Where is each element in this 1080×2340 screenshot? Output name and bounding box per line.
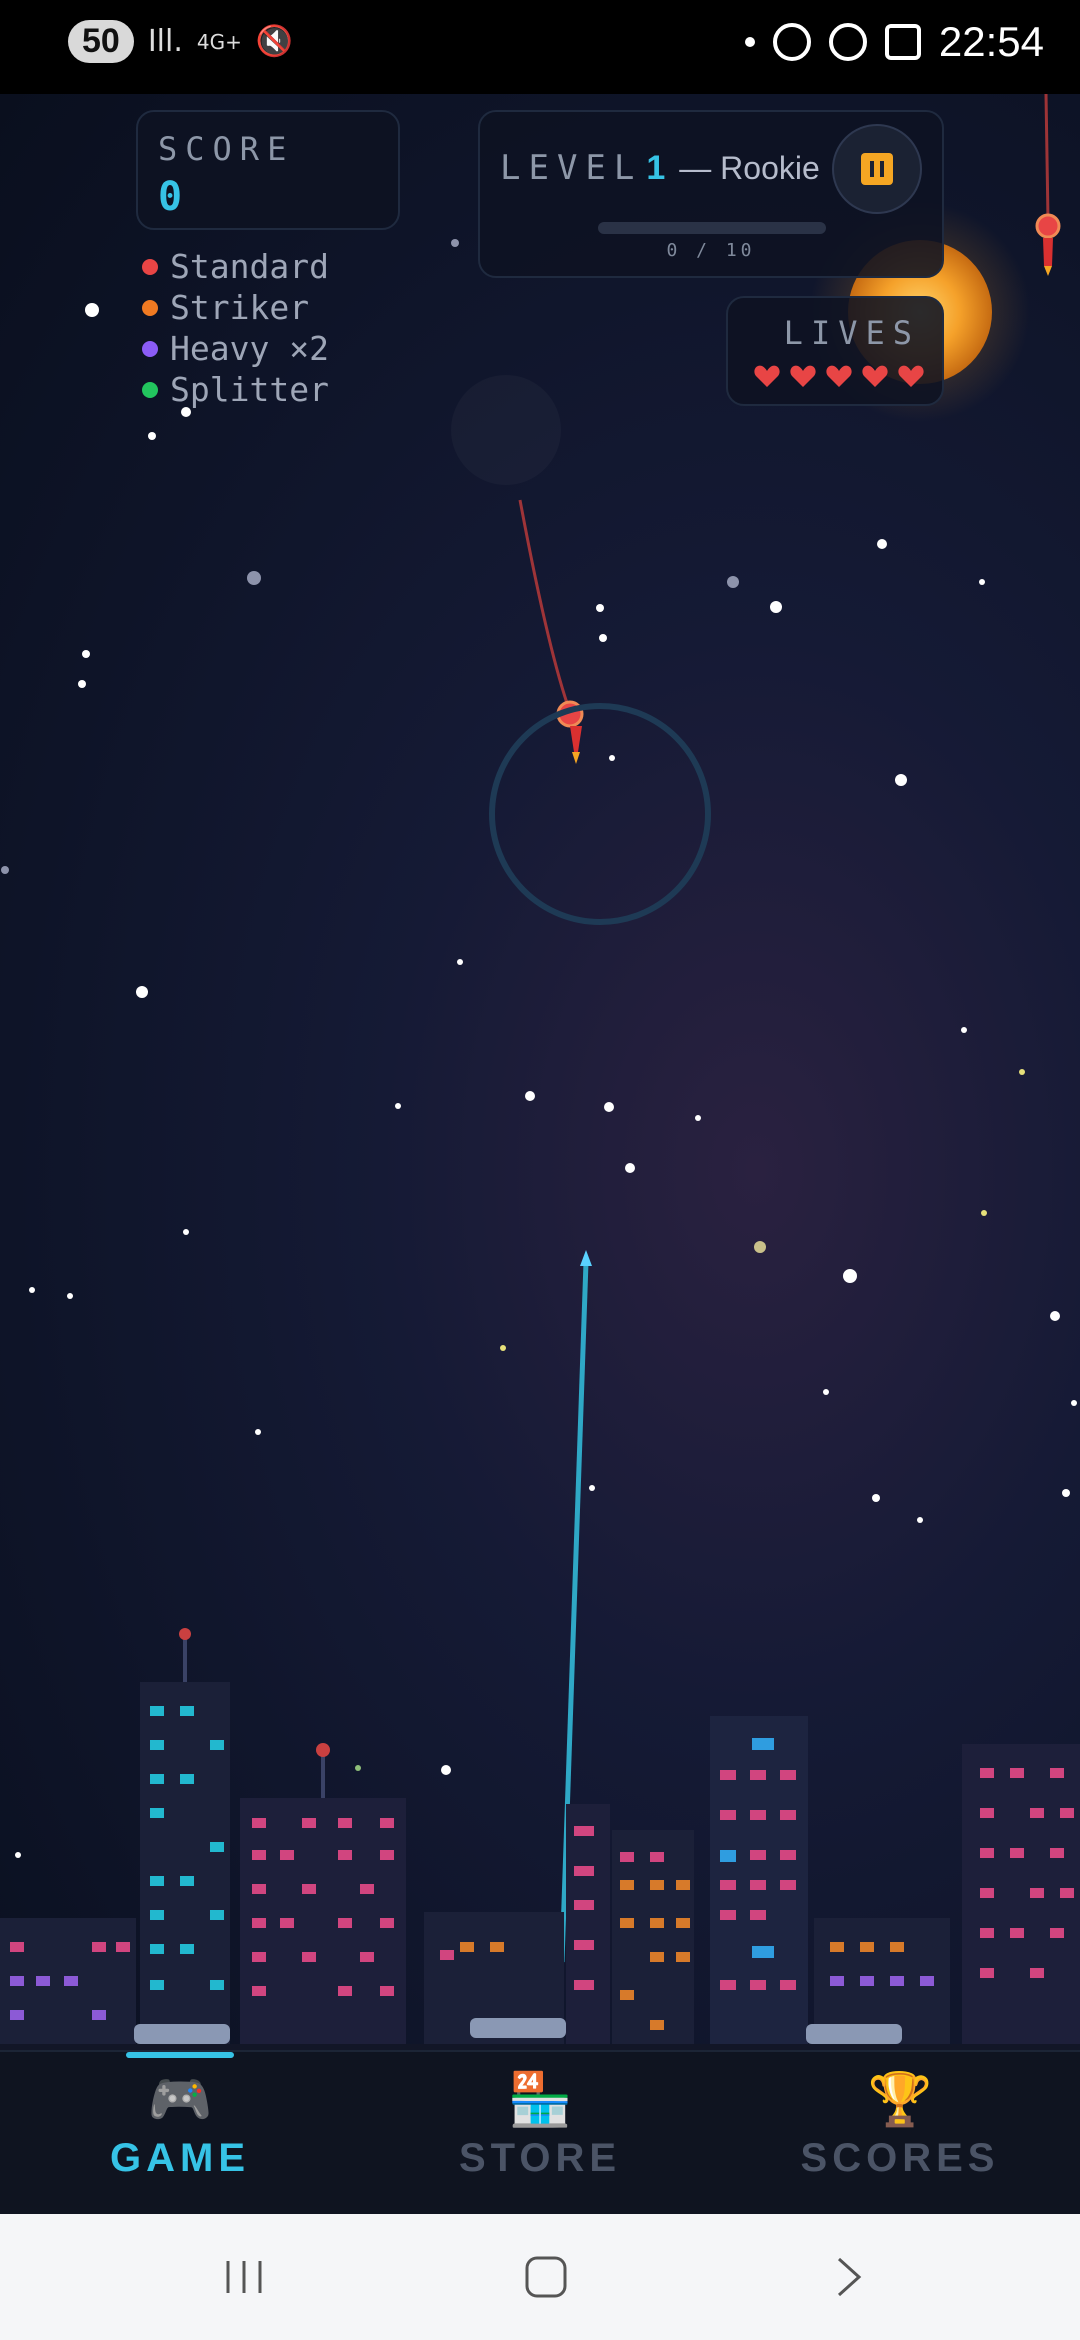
level-progress-bar bbox=[598, 222, 826, 234]
heart-icon bbox=[826, 365, 852, 387]
score-label: SCORE bbox=[158, 130, 295, 168]
score-value: 0 bbox=[158, 174, 183, 220]
level-rank: — Rookie bbox=[679, 150, 820, 186]
legend-item: Striker bbox=[142, 287, 329, 328]
launch-pad bbox=[806, 2024, 902, 2044]
tab-scores-label: SCORES bbox=[800, 2136, 1000, 2180]
pause-button[interactable] bbox=[832, 124, 922, 214]
bottom-nav: 🎮 GAME 🏪 STORE 🏆 SCORES bbox=[0, 2050, 1080, 2216]
missile-trail bbox=[518, 499, 572, 713]
back-icon bbox=[837, 2257, 862, 2297]
back-button[interactable] bbox=[788, 2214, 908, 2340]
legend-item: Heavy ×2 bbox=[142, 328, 329, 369]
status-bar: 50 Ill. 4G+ 🔇 22:54 bbox=[0, 0, 1080, 94]
stars bbox=[1, 239, 1077, 1858]
recent-apps-button[interactable] bbox=[184, 2214, 304, 2340]
level-panel: LEVEL 1 — Rookie 0 / 10 bbox=[478, 110, 944, 278]
system-nav-bar bbox=[0, 2214, 1080, 2340]
home-icon bbox=[525, 2256, 567, 2298]
game-controller-icon: 🎮 bbox=[147, 2070, 213, 2130]
whatsapp-icon bbox=[828, 23, 867, 61]
status-time: 22:54 bbox=[938, 18, 1044, 65]
missile-trail bbox=[1044, 94, 1050, 221]
legend-dot-icon bbox=[142, 299, 158, 316]
heart-icon bbox=[898, 365, 924, 387]
legend-label: Heavy ×2 bbox=[170, 329, 329, 368]
tab-game-label: GAME bbox=[110, 2136, 250, 2180]
level-label: LEVEL bbox=[500, 148, 643, 188]
legend-item: Splitter bbox=[142, 369, 329, 410]
store-icon: 🏪 bbox=[507, 2070, 573, 2130]
enemy-legend: Standard Striker Heavy ×2 Splitter bbox=[142, 246, 329, 410]
score-panel: SCORE 0 bbox=[136, 110, 400, 230]
legend-label: Standard bbox=[170, 247, 329, 286]
lives-panel: LIVES bbox=[726, 296, 944, 406]
launch-pad bbox=[470, 2018, 566, 2038]
lives-hearts bbox=[754, 364, 924, 388]
pause-icon bbox=[861, 153, 893, 185]
heart-icon bbox=[790, 365, 816, 387]
heart-icon bbox=[862, 365, 888, 387]
targeting-ring bbox=[489, 703, 711, 925]
screenshot-icon bbox=[884, 24, 921, 60]
trophy-icon: 🏆 bbox=[867, 2070, 933, 2130]
whatsapp-icon bbox=[772, 23, 811, 61]
home-button[interactable] bbox=[486, 2214, 606, 2340]
mute-icon: 🔇 bbox=[255, 24, 294, 59]
network-4g-icon: 4G+ bbox=[196, 29, 242, 54]
lives-label: LIVES bbox=[783, 314, 920, 352]
tab-store-label: STORE bbox=[458, 2136, 622, 2180]
recent-apps-icon bbox=[226, 2261, 262, 2293]
game-canvas[interactable]: SCORE 0 Standard Striker Heavy ×2 Splitter … bbox=[0, 94, 1080, 2050]
level-number: 1 bbox=[646, 149, 666, 187]
legend-item: Standard bbox=[142, 246, 329, 287]
status-badge: 50 bbox=[68, 20, 134, 63]
legend-label: Splitter bbox=[170, 370, 329, 409]
tab-store[interactable]: 🏪 STORE bbox=[360, 2052, 720, 2216]
legend-dot-icon bbox=[142, 258, 158, 275]
player-shot bbox=[580, 1250, 592, 1266]
tab-scores[interactable]: 🏆 SCORES bbox=[720, 2052, 1080, 2216]
legend-dot-icon bbox=[142, 340, 158, 357]
level-progress-text: 0 / 10 bbox=[666, 240, 756, 261]
legend-dot-icon bbox=[142, 381, 158, 398]
launch-pad bbox=[134, 2024, 230, 2044]
enemy-missile-standard bbox=[1035, 213, 1061, 239]
signal-icon: Ill. bbox=[147, 24, 183, 59]
notification-dot-icon bbox=[744, 37, 755, 47]
legend-label: Striker bbox=[170, 288, 310, 327]
tab-game[interactable]: 🎮 GAME bbox=[0, 2052, 360, 2216]
heart-icon bbox=[754, 365, 780, 387]
